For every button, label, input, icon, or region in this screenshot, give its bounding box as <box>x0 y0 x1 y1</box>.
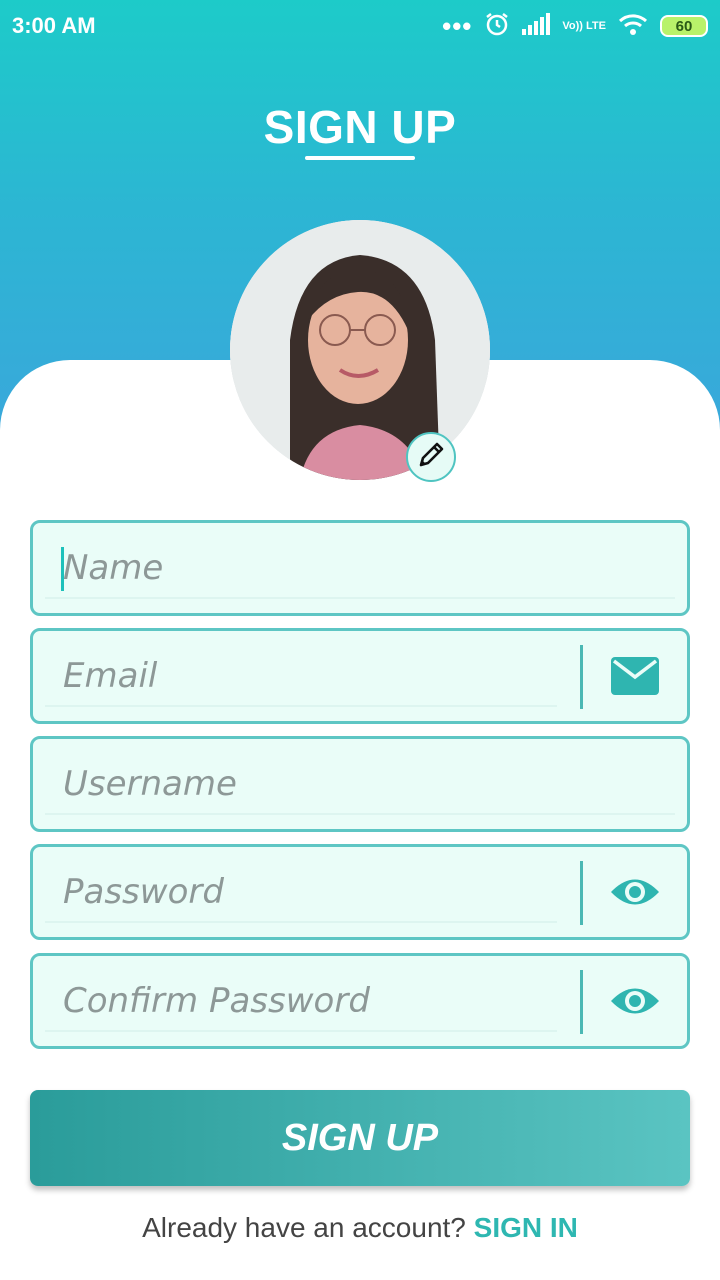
input-underline <box>45 813 675 815</box>
username-field[interactable]: Username <box>30 736 690 832</box>
confirm-password-field[interactable]: Confirm Password <box>30 953 690 1049</box>
status-bar: 3:00 AM ••• Vo)) LTE 60 <box>0 0 720 52</box>
input-underline <box>45 705 557 707</box>
page-title: SIGN UP <box>263 101 457 153</box>
battery-icon: 60 <box>660 15 708 37</box>
status-icons: ••• Vo)) LTE 60 <box>442 11 708 42</box>
alarm-icon <box>484 11 510 42</box>
name-field[interactable]: Name <box>30 520 690 616</box>
name-input[interactable]: Name <box>33 548 687 588</box>
signin-row: Already have an account? SIGN IN <box>0 1212 720 1244</box>
envelope-icon <box>583 631 687 721</box>
text-caret <box>61 547 64 591</box>
signup-button[interactable]: SIGN UP <box>30 1090 690 1186</box>
password-field[interactable]: Password <box>30 844 690 940</box>
eye-icon[interactable] <box>583 847 687 937</box>
input-underline <box>45 1030 557 1032</box>
input-underline <box>45 921 557 923</box>
volte-icon: Vo)) LTE <box>562 19 606 32</box>
username-input[interactable]: Username <box>33 764 687 804</box>
eye-icon[interactable] <box>583 956 687 1046</box>
have-account-text: Already have an account? <box>142 1212 466 1243</box>
pencil-icon <box>416 440 446 475</box>
signin-link[interactable]: SIGN IN <box>474 1212 578 1243</box>
input-underline <box>45 597 675 599</box>
email-field[interactable]: Email <box>30 628 690 724</box>
edit-photo-button[interactable] <box>406 432 456 482</box>
wifi-icon <box>618 13 648 40</box>
status-time: 3:00 AM <box>12 13 96 38</box>
title-underline <box>305 156 415 160</box>
page-title-wrap: SIGN UP <box>0 100 720 160</box>
more-dots-icon: ••• <box>442 11 473 41</box>
signal-icon <box>522 12 551 40</box>
